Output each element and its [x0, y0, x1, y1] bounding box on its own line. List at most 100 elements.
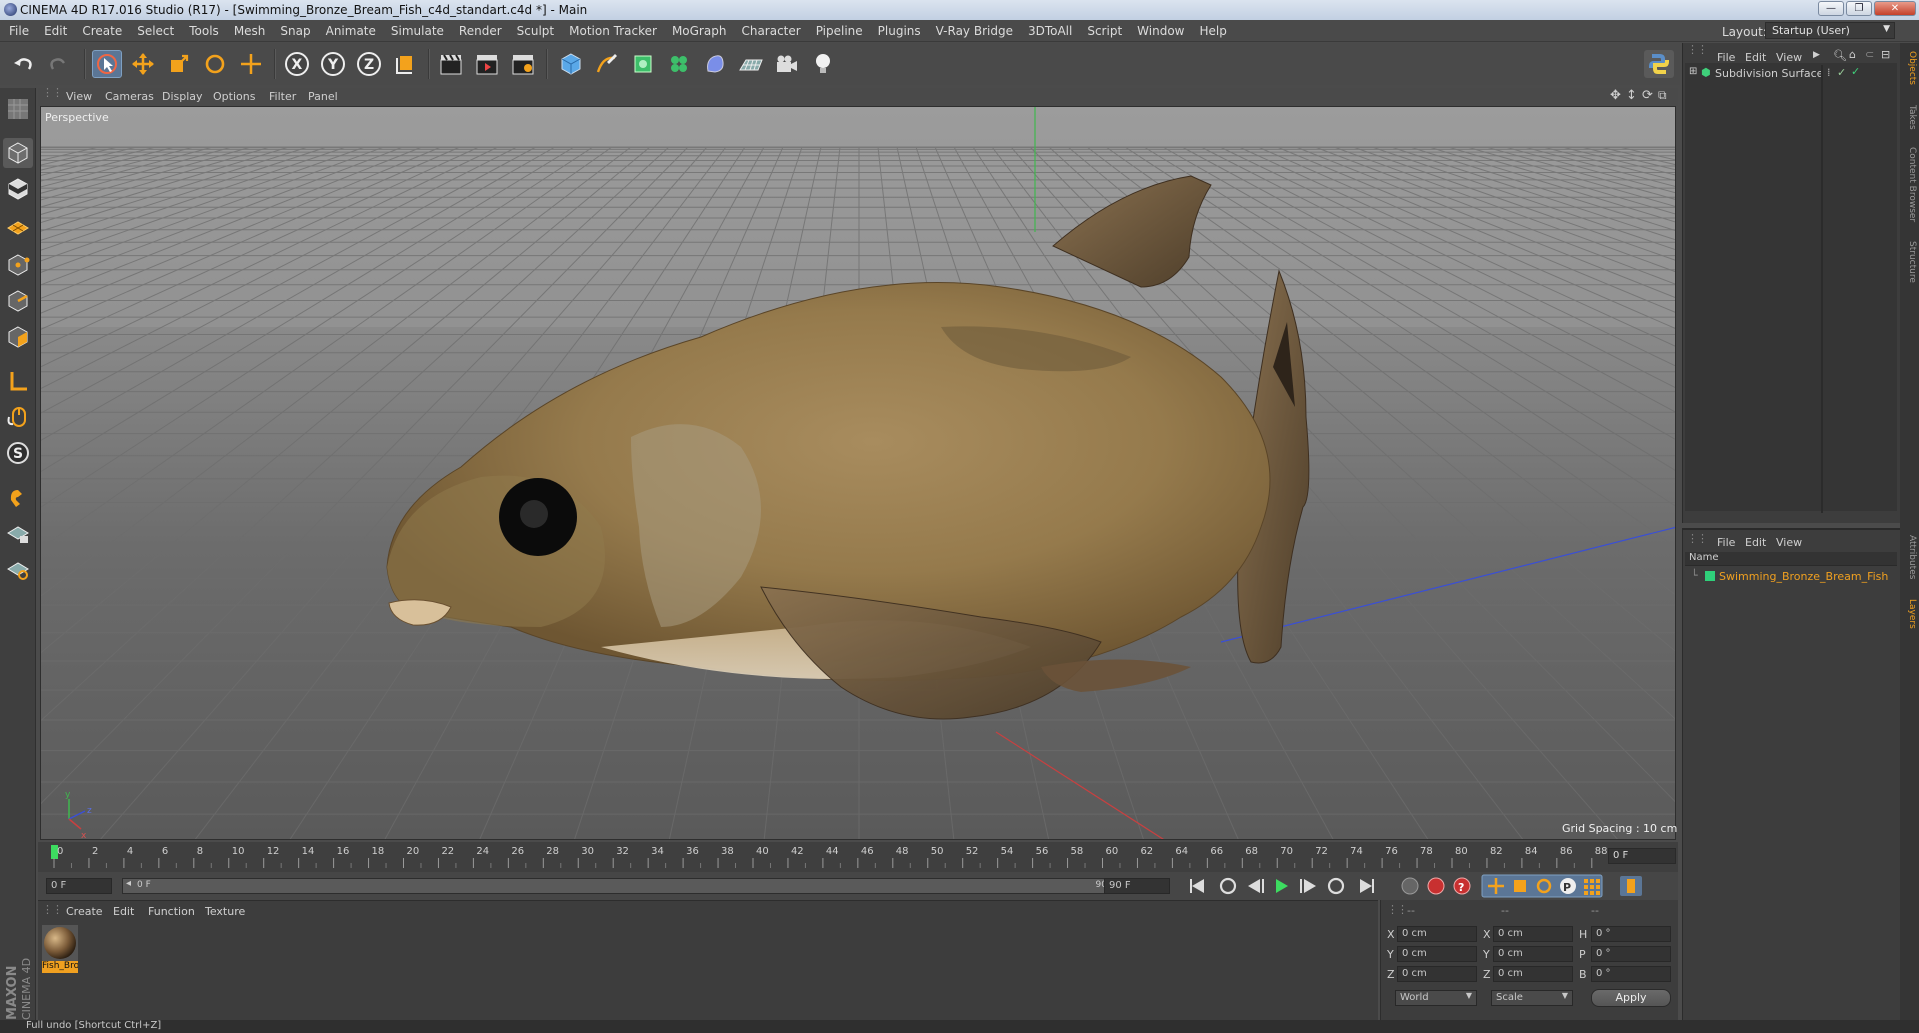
- link-icon[interactable]: ⊂: [1865, 48, 1874, 61]
- snap-button[interactable]: [3, 482, 33, 512]
- menu-mograph[interactable]: MoGraph: [672, 24, 727, 38]
- material-swatch[interactable]: Fish_Bro: [42, 925, 78, 975]
- enabled-check-icon[interactable]: ✓: [1837, 66, 1846, 79]
- tab-structure[interactable]: Structure: [1902, 241, 1917, 283]
- menu-character[interactable]: Character: [741, 24, 800, 38]
- viewport-menu-filter[interactable]: Filter: [269, 90, 296, 103]
- render-view-button[interactable]: [436, 50, 466, 78]
- viewport-rotate-icon[interactable]: ⟳: [1642, 88, 1653, 103]
- timeline-ruler[interactable]: 0 2 4 6 8 10 12 14 16 18 20 22 24 26 28 30 32 34 36 38 40 42 4…: [38, 842, 1678, 872]
- scale-tool-button[interactable]: [164, 50, 194, 78]
- motion-record-button[interactable]: [1401, 877, 1419, 895]
- menu-plugins[interactable]: Plugins: [878, 24, 921, 38]
- previous-key-button[interactable]: [1219, 877, 1237, 895]
- menu-tools[interactable]: Tools: [189, 24, 219, 38]
- record-keys-button[interactable]: [1427, 877, 1445, 895]
- z-axis-lock-button[interactable]: Z: [354, 50, 384, 78]
- add-deformer-button[interactable]: [700, 50, 730, 78]
- menu-select[interactable]: Select: [137, 24, 174, 38]
- end-frame-field[interactable]: 90 F: [1104, 878, 1170, 894]
- material-menu-create[interactable]: Create: [66, 905, 103, 918]
- tab-takes[interactable]: Takes: [1902, 105, 1917, 130]
- coordinate-space-select[interactable]: World ▼: [1395, 990, 1477, 1006]
- workplane-lock-button[interactable]: [3, 518, 33, 548]
- layer-row[interactable]: └ Swimming_Bronze_Bream_Fish: [1685, 568, 1897, 584]
- pos-y-field[interactable]: 0 cm: [1397, 946, 1477, 962]
- tab-content-browser[interactable]: Content Browser: [1902, 147, 1917, 222]
- edges-mode-button[interactable]: [3, 286, 33, 316]
- render-to-picture-viewer-button[interactable]: [472, 50, 502, 78]
- close-button[interactable]: ✕: [1874, 1, 1916, 16]
- menu-edit[interactable]: Edit: [44, 24, 67, 38]
- axis-mode-button[interactable]: [3, 366, 33, 396]
- play-button[interactable]: [1276, 879, 1288, 893]
- search-icon[interactable]: 🔍︎: [1833, 49, 1847, 62]
- menu-3dtoall[interactable]: 3DToAll: [1028, 24, 1072, 38]
- x-axis-lock-button[interactable]: X: [282, 50, 312, 78]
- perspective-viewport[interactable]: y z x: [40, 106, 1676, 840]
- rot-p-field[interactable]: 0 °: [1591, 946, 1671, 962]
- model-mode-button[interactable]: [3, 138, 33, 168]
- layer-name[interactable]: Swimming_Bronze_Bream_Fish: [1719, 570, 1888, 583]
- material-menu-texture[interactable]: Texture: [205, 905, 245, 918]
- add-cube-button[interactable]: [556, 50, 586, 78]
- points-mode-button[interactable]: [3, 250, 33, 280]
- menu-snap[interactable]: Snap: [280, 24, 310, 38]
- menu-simulate[interactable]: Simulate: [391, 24, 444, 38]
- menu-render[interactable]: Render: [459, 24, 502, 38]
- viewport-menu-cameras[interactable]: Cameras: [105, 90, 154, 103]
- go-to-end-button[interactable]: [1360, 879, 1374, 893]
- key-parameter-button[interactable]: P: [1560, 878, 1576, 894]
- viewport-menu-options[interactable]: Options: [213, 90, 255, 103]
- layer-menu-view[interactable]: View: [1776, 536, 1802, 549]
- menu-mesh[interactable]: Mesh: [234, 24, 266, 38]
- tweak-mode-button[interactable]: [3, 402, 33, 432]
- y-axis-lock-button[interactable]: Y: [318, 50, 348, 78]
- tab-layers[interactable]: Layers: [1902, 599, 1917, 629]
- timeline-window-button[interactable]: [1620, 876, 1642, 896]
- maximize-button[interactable]: ❐: [1846, 1, 1872, 16]
- size-x-field[interactable]: 0 cm: [1493, 926, 1573, 942]
- add-environment-button[interactable]: [736, 50, 766, 78]
- size-y-field[interactable]: 0 cm: [1493, 946, 1573, 962]
- polygons-mode-button[interactable]: [3, 322, 33, 352]
- make-editable-button[interactable]: [3, 94, 33, 124]
- visibility-dots-icon[interactable]: ⁞: [1827, 66, 1831, 79]
- live-selection-button[interactable]: [92, 50, 122, 78]
- key-pla-button[interactable]: [1584, 879, 1600, 895]
- menu-sculpt[interactable]: Sculpt: [517, 24, 554, 38]
- python-button[interactable]: [1644, 50, 1674, 78]
- transform-mode-select[interactable]: Scale ▼: [1491, 990, 1573, 1006]
- viewport-menu-display[interactable]: Display: [162, 90, 203, 103]
- move-tool-button[interactable]: [128, 50, 158, 78]
- undo-button[interactable]: [8, 50, 38, 78]
- layer-menu-file[interactable]: File: [1717, 536, 1735, 549]
- material-menu-edit[interactable]: Edit: [113, 905, 134, 918]
- next-frame-button[interactable]: [1300, 879, 1316, 893]
- home-icon[interactable]: ⌂: [1849, 48, 1856, 61]
- viewport-menu-panel[interactable]: Panel: [308, 90, 338, 103]
- apply-button[interactable]: Apply: [1591, 989, 1671, 1007]
- menu-file[interactable]: File: [9, 24, 29, 38]
- layout-select[interactable]: Startup (User) ▼: [1765, 22, 1895, 39]
- add-subdivision-button[interactable]: [628, 50, 658, 78]
- rotate-tool-button[interactable]: [200, 50, 230, 78]
- rot-h-field[interactable]: 0 °: [1591, 926, 1671, 942]
- object-name[interactable]: Subdivision Surface: [1715, 67, 1823, 80]
- viewport-maximize-icon[interactable]: ⧉: [1658, 88, 1667, 103]
- menu-motion-tracker[interactable]: Motion Tracker: [569, 24, 657, 38]
- menu-pipeline[interactable]: Pipeline: [816, 24, 863, 38]
- add-spline-button[interactable]: [592, 50, 622, 78]
- current-frame-field[interactable]: 0 F: [1608, 848, 1676, 864]
- more-arrow-icon[interactable]: ▶: [1813, 50, 1820, 60]
- add-light-button[interactable]: [808, 50, 838, 78]
- menu-script[interactable]: Script: [1087, 24, 1122, 38]
- pos-z-field[interactable]: 0 cm: [1397, 966, 1477, 982]
- pos-x-field[interactable]: 0 cm: [1397, 926, 1477, 942]
- frame-range-slider[interactable]: ◂ 0 F 90 F ▸: [122, 878, 1134, 894]
- expand-icon[interactable]: ⊞: [1689, 66, 1697, 77]
- planar-workplane-button[interactable]: [3, 554, 33, 584]
- render-settings-button[interactable]: [508, 50, 538, 78]
- start-frame-field[interactable]: 0 F: [46, 878, 112, 894]
- viewport-zoom-icon[interactable]: ↕: [1626, 88, 1637, 103]
